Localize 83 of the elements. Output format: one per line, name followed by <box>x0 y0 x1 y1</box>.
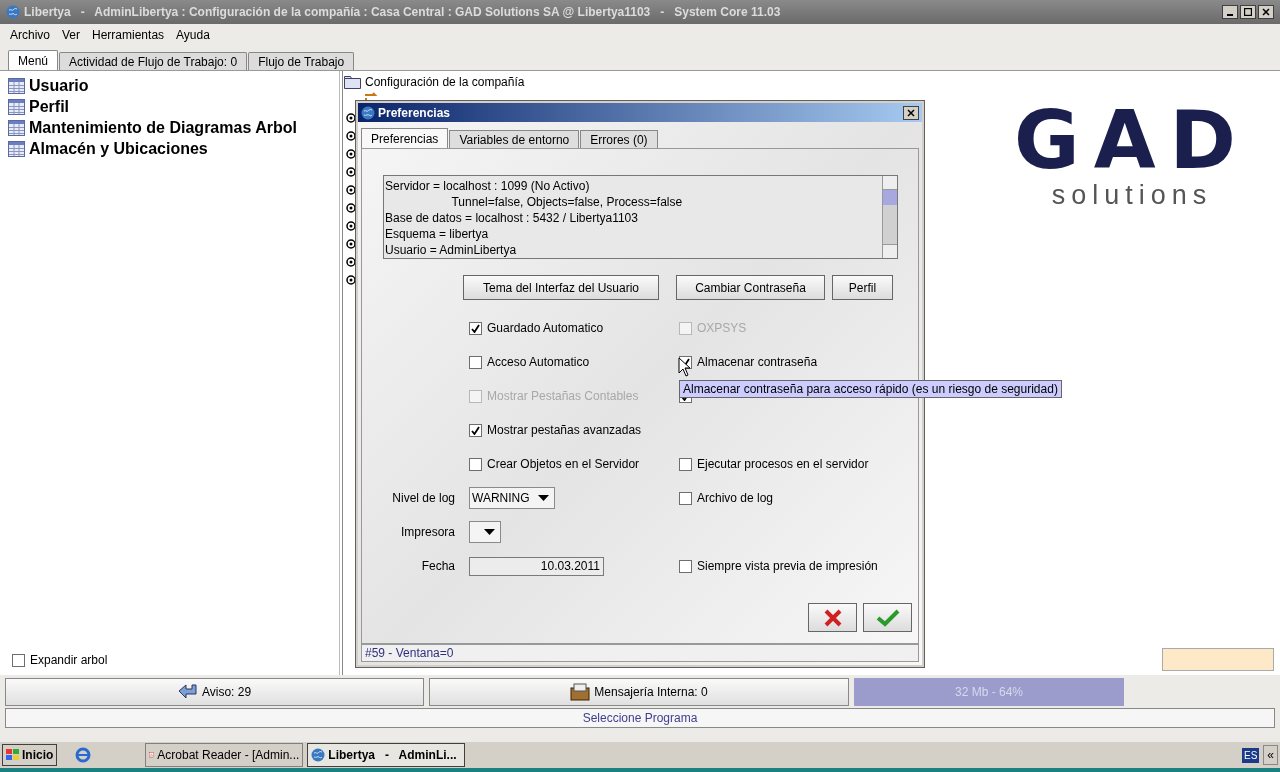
menu-item[interactable]: Ayuda <box>176 25 210 44</box>
tab[interactable]: Flujo de Trabajo <box>248 52 355 70</box>
checkbox-label: Siempre vista previa de impresión <box>697 558 878 575</box>
info-line: Esquema = libertya <box>385 226 490 242</box>
checkbox-label: OXPSYS <box>697 320 747 337</box>
close-icon[interactable] <box>1258 5 1274 19</box>
check-icon <box>875 608 900 627</box>
field-label: Impresora <box>400 525 455 539</box>
checkbox[interactable] <box>12 653 25 667</box>
dialog-button[interactable]: Cambiar Contraseña <box>676 275 825 300</box>
maximize-icon[interactable] <box>1240 5 1256 19</box>
info-line: Usuario = AdminLibertya <box>385 242 518 258</box>
checkbox-label: Mostrar Pestañas Contables <box>487 388 639 405</box>
tab[interactable]: Variables de entorno <box>449 130 580 148</box>
checkbox[interactable] <box>469 355 482 369</box>
field-label: Nivel de log <box>392 491 455 505</box>
status-text: Seleccione Programa <box>582 710 698 727</box>
browser-icon[interactable] <box>75 747 92 763</box>
checkbox-label: Guardado Automatico <box>487 320 604 337</box>
menu-item[interactable]: Herramientas <box>92 25 165 44</box>
menu-item[interactable]: Ver <box>62 25 81 44</box>
logo-tagline: solutions <box>1051 181 1213 209</box>
field-label: Fecha <box>421 559 455 573</box>
arrow-icon <box>177 682 198 701</box>
checkbox-label: Ejecutar procesos en el servidor <box>697 456 869 473</box>
window-title: Libertya - AdminLibertya : Configuración de la compañía : Casa Central : GAD Solutions SA @ Libertya1103 - System Core 11.03 <box>24 4 781 21</box>
dialog-title: Preferencias <box>378 104 451 122</box>
tray-toggle[interactable]: « <box>1263 745 1278 765</box>
table-icon <box>8 98 25 115</box>
globe-icon <box>361 105 375 120</box>
dialog-button[interactable]: Perfil <box>832 275 893 300</box>
globe-icon <box>311 748 326 762</box>
logo-mark: GAD <box>1014 101 1250 181</box>
table-icon <box>8 140 25 157</box>
checkbox[interactable] <box>679 457 692 471</box>
check-icon <box>471 425 480 435</box>
table-icon <box>8 77 25 94</box>
checkbox-label: Mostrar pestañas avanzadas <box>487 422 642 439</box>
language-indicator[interactable]: ES <box>1241 747 1260 763</box>
tab[interactable]: Errores (0) <box>580 130 658 148</box>
checkbox-label: Expandir arbol <box>30 652 108 669</box>
scrollbar[interactable] <box>882 176 897 258</box>
dropdown[interactable]: WARNING <box>469 487 555 509</box>
taskbar-button[interactable]: Acrobat Reader - [Admin... <box>145 743 304 767</box>
app-icon <box>6 5 20 19</box>
taskbar-button[interactable]: Libertya - AdminLi... <box>307 743 466 767</box>
checkbox-label: Almacenar contraseña <box>697 354 818 371</box>
close-icon <box>822 608 843 627</box>
tree-node[interactable]: Configuración de la compañía <box>365 73 525 91</box>
menu-item[interactable]: Archivo <box>10 25 50 44</box>
info-line: Servidor = localhost : 1099 (No Activo) <box>385 178 591 194</box>
mouse-cursor-icon <box>678 357 690 377</box>
date-field[interactable]: 10.03.2011 <box>469 556 604 576</box>
memory-indicator: 32 Mb - 64% <box>854 677 1124 706</box>
tab[interactable]: Actividad de Flujo de Trabajo: 0 <box>59 52 248 70</box>
cancel-button[interactable] <box>808 603 857 632</box>
dialog-button[interactable]: Tema del Interfaz del Usuario <box>463 275 659 300</box>
tab[interactable]: Menú <box>8 50 59 70</box>
dialog-status: #59 - Ventana=0 <box>365 645 454 662</box>
ok-button[interactable] <box>863 603 912 632</box>
checkbox[interactable] <box>469 423 482 437</box>
info-line: Tunnel=false, Objects=false, Process=false <box>450 194 684 210</box>
minimize-icon[interactable] <box>1222 5 1238 19</box>
messages-button[interactable]: Mensajería Interna: 0 <box>429 677 849 706</box>
table-icon <box>8 119 25 136</box>
close-icon[interactable] <box>903 105 919 120</box>
tab[interactable]: Preferencias <box>361 128 449 148</box>
notices-button[interactable]: Aviso: 29 <box>5 677 424 706</box>
folder-icon <box>344 75 361 89</box>
tooltip: Almacenar contraseña para acceso rápido (es un riesgo de seguridad) <box>679 380 1062 398</box>
windows-logo-icon <box>6 749 20 761</box>
info-line: Base de datos = localhost : 5432 / Libertya1103 <box>385 210 639 226</box>
package-icon <box>570 682 591 701</box>
checkbox-label: Crear Objetos en el Servidor <box>487 456 640 473</box>
check-icon <box>471 323 480 333</box>
checkbox[interactable] <box>679 559 692 573</box>
checkbox-label: Acceso Automatico <box>487 354 590 371</box>
checkbox[interactable] <box>469 321 482 335</box>
start-button[interactable]: Inicio <box>2 744 58 766</box>
checkbox[interactable] <box>679 491 692 505</box>
checkbox[interactable] <box>469 457 482 471</box>
checkbox-label: Archivo de log <box>697 490 774 507</box>
dropdown[interactable] <box>469 521 501 543</box>
